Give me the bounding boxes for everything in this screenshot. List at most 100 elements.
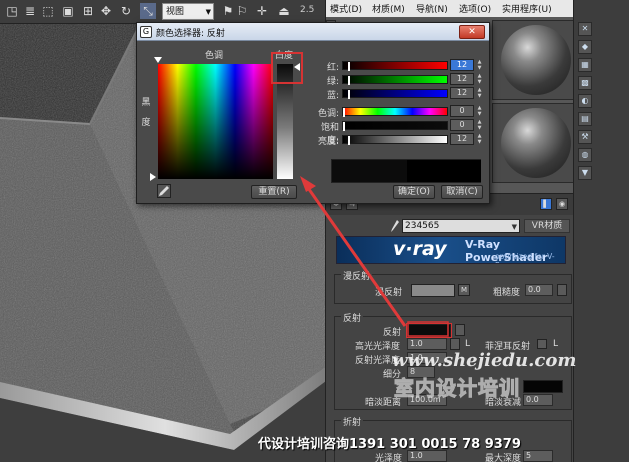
hue-label: 色调 <box>205 51 224 61</box>
keyboard-shortcut-icon[interactable]: ⏏ <box>276 3 292 19</box>
select-object-icon[interactable]: ◳ <box>4 3 20 19</box>
diffuse-color-swatch[interactable] <box>411 284 455 297</box>
menu-material[interactable]: 材质(M) <box>372 2 405 15</box>
new-color-swatch <box>332 160 407 182</box>
hilight-gloss-input[interactable]: 1.0 <box>407 338 447 350</box>
rect-select-region-icon[interactable]: ⬚ <box>40 3 56 19</box>
hilight-map-button[interactable] <box>450 338 460 350</box>
reset-button[interactable]: 重置(R) <box>251 185 297 199</box>
move-icon[interactable]: ✥ <box>98 3 114 19</box>
max-depth-input[interactable]: 5 <box>523 450 553 462</box>
reflect-map-button[interactable] <box>455 324 465 336</box>
material-sphere <box>501 108 571 178</box>
material-type-button[interactable]: VR材质 <box>524 219 570 233</box>
blackness-label-bottom: 度 <box>141 118 151 128</box>
menu-mode[interactable]: 模式(D) <box>330 2 362 15</box>
green-input[interactable]: 12 <box>450 73 474 85</box>
modify-icon[interactable]: ▦ <box>578 58 592 72</box>
red-slider-marker[interactable] <box>347 62 350 71</box>
value-spinner-icon[interactable]: ▲ ▼ <box>476 133 483 145</box>
footer-caption: 代设计培训咨询1391 301 0015 78 9379 <box>258 437 521 452</box>
hierarchy-icon[interactable]: ▩ <box>578 76 592 90</box>
reference-coord-value: 视图 <box>166 7 185 17</box>
roughness-input[interactable]: 0.0 <box>525 284 553 296</box>
blackness-marker-icon[interactable] <box>150 173 156 181</box>
material-name-row: 234565 ▼ VR材质 <box>326 216 574 236</box>
exit-color-swatch[interactable] <box>523 380 563 393</box>
red-spinner-icon[interactable]: ▲ ▼ <box>476 59 483 71</box>
dialog-titlebar[interactable]: G 颜色选择器: 反射 ✕ <box>137 23 489 41</box>
cancel-button[interactable]: 取消(C) <box>441 185 483 199</box>
rotate-icon[interactable]: ↻ <box>118 3 134 19</box>
saturation-slider[interactable] <box>342 121 448 131</box>
roughness-map-button[interactable] <box>557 284 567 296</box>
reflect-color-swatch[interactable] <box>406 323 452 338</box>
select-manipulate-icon[interactable]: ✛ <box>254 3 270 19</box>
material-name-value: 234565 <box>405 221 440 231</box>
blue-input[interactable]: 12 <box>450 87 474 99</box>
menu-options[interactable]: 选项(O) <box>459 2 491 15</box>
dim-falloff-input[interactable]: 0.0 <box>523 394 553 406</box>
reflection-section-title: 反射 <box>341 311 364 324</box>
ok-button[interactable]: 确定(O) <box>393 185 435 199</box>
blue-spinner-icon[interactable]: ▲ ▼ <box>476 87 483 99</box>
hilight-lock[interactable]: L <box>465 339 470 349</box>
pick-material-icon[interactable] <box>390 219 400 233</box>
fresnel-checkbox[interactable] <box>537 339 547 349</box>
select-by-name-icon[interactable]: ≣ <box>22 3 38 19</box>
saturation-spinner-icon[interactable]: ▲ ▼ <box>476 119 483 131</box>
material-name-field[interactable]: 234565 ▼ <box>402 219 520 233</box>
red-label: 红: <box>326 63 339 73</box>
green-spinner-icon[interactable]: ▲ ▼ <box>476 73 483 85</box>
value-slider-marker[interactable] <box>347 136 350 145</box>
eyedropper-icon[interactable] <box>157 184 171 198</box>
hue-marker-icon[interactable] <box>154 57 162 63</box>
red-input[interactable]: 12 <box>450 59 474 71</box>
saturation-slider-marker[interactable] <box>343 122 345 131</box>
render-icon[interactable]: ▼ <box>578 166 592 180</box>
go-to-parent-icon[interactable]: ◉ <box>556 198 568 210</box>
hue-slider[interactable] <box>342 107 448 117</box>
chevron-down-icon: ▼ <box>205 8 211 16</box>
value-input[interactable]: 12 <box>450 133 474 145</box>
sample-slot[interactable] <box>492 20 576 100</box>
blue-slider-marker[interactable] <box>347 90 350 99</box>
window-crossing-icon[interactable]: ▣ <box>60 3 76 19</box>
whiteness-marker-icon[interactable] <box>294 63 300 71</box>
menu-utilities[interactable]: 实用程序(U) <box>502 2 552 15</box>
fresnel-lock[interactable]: L <box>553 339 558 349</box>
hue-input[interactable]: 0 <box>450 105 474 117</box>
max-depth-label: 最大深度 <box>485 454 522 462</box>
close-icon[interactable]: ✕ <box>578 22 592 36</box>
show-map-icon[interactable]: ▌ <box>540 198 552 210</box>
value-slider[interactable] <box>342 135 448 145</box>
display-icon[interactable]: ▤ <box>578 112 592 126</box>
refraction-section-title: 折射 <box>341 415 364 428</box>
app-icon: G <box>140 26 152 38</box>
green-slider-marker[interactable] <box>347 76 350 85</box>
green-slider[interactable] <box>342 75 448 85</box>
utilities-icon[interactable]: ⚒ <box>578 130 592 144</box>
select-filter-icon[interactable]: ⊞ <box>80 3 96 19</box>
diffuse-map-button[interactable]: M <box>458 284 470 296</box>
hue-blackness-spectrum[interactable] <box>158 64 273 179</box>
hue-spinner-icon[interactable]: ▲ ▼ <box>476 105 483 117</box>
color-preview <box>331 159 481 183</box>
reflect-label: 反射 <box>383 328 402 338</box>
hue-slider-marker[interactable] <box>343 108 345 117</box>
scale-icon[interactable]: ⤡ <box>140 3 156 19</box>
red-slider[interactable] <box>342 61 448 71</box>
roughness-label: 粗糙度 <box>493 288 521 298</box>
create-icon[interactable]: ◆ <box>578 40 592 54</box>
pivot-flag-icon[interactable]: ⚐ <box>234 3 250 19</box>
motion-icon[interactable]: ◐ <box>578 94 592 108</box>
dialog-close-button[interactable]: ✕ <box>459 25 485 39</box>
blue-slider[interactable] <box>342 89 448 99</box>
sample-slot[interactable] <box>492 103 576 183</box>
material-editor-menu: 模式(D) 材质(M) 导航(N) 选项(O) 实用程序(U) <box>326 0 574 17</box>
reference-coord-select[interactable]: 视图 ▼ <box>162 3 214 20</box>
options-icon[interactable]: ◍ <box>578 148 592 162</box>
saturation-input[interactable]: 0 <box>450 119 474 131</box>
diffuse-section-title: 漫反射 <box>341 269 373 282</box>
menu-navigation[interactable]: 导航(N) <box>416 2 448 15</box>
